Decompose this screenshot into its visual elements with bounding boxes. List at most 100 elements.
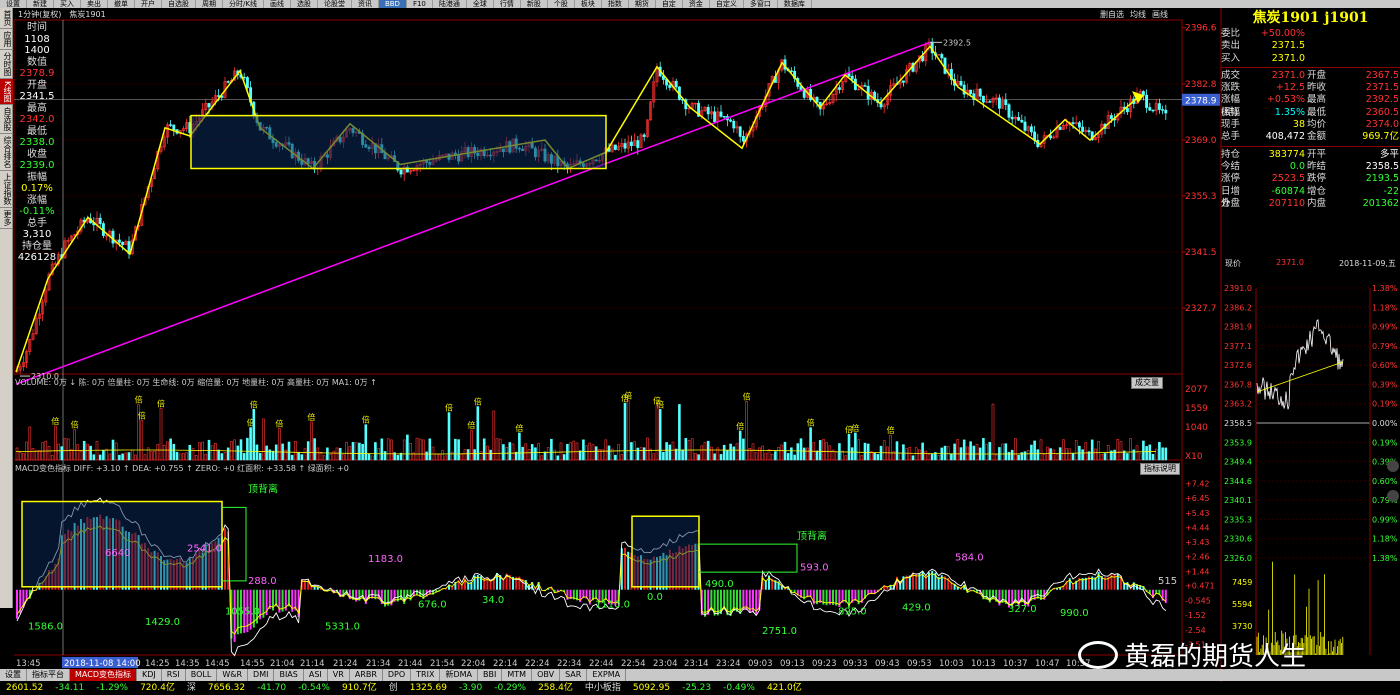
nav-item[interactable]: 首页	[0, 8, 13, 29]
quote-label: 总手	[1221, 131, 1241, 143]
chart-tool[interactable]: 画线	[1152, 9, 1168, 20]
menu-item[interactable]: 卖出	[81, 0, 108, 8]
menu-item[interactable]: 期货	[629, 0, 656, 8]
volume-bar	[425, 451, 428, 461]
volume-bar	[422, 439, 425, 461]
mini-ytick-right: 0.00%	[1372, 419, 1398, 428]
candle-body	[674, 80, 678, 88]
menu-item[interactable]: 自选股	[162, 0, 196, 8]
indicator-tab[interactable]: 新DMA	[440, 669, 479, 681]
menu-item[interactable]: 自定	[656, 0, 683, 8]
indicator-tab[interactable]: 指标平台	[27, 669, 70, 681]
indicator-tab[interactable]: DMI	[248, 669, 275, 681]
indicator-tab[interactable]: KDJ	[137, 669, 162, 681]
indicator-tab[interactable]: DPO	[383, 669, 412, 681]
period-label[interactable]: 1分钟(复权)	[18, 9, 61, 20]
chart-tool[interactable]: 删自选	[1100, 9, 1124, 20]
volume-bar	[143, 454, 147, 461]
volume-marker: 倍	[656, 399, 664, 409]
candle-body	[847, 73, 851, 77]
index-stat: -0.29%	[494, 683, 527, 693]
menu-item[interactable]: 设置	[0, 0, 27, 8]
volume-bar	[850, 447, 854, 461]
menu-item[interactable]: 画线	[264, 0, 291, 8]
volume-bar	[98, 454, 102, 461]
candle-body	[1010, 116, 1014, 120]
quote-value: 207110	[1268, 197, 1305, 209]
indicator-tab[interactable]: W&R	[217, 669, 249, 681]
menu-item[interactable]: 撤单	[108, 0, 135, 8]
menu-item[interactable]: BBD	[378, 0, 407, 8]
menu-item[interactable]: 新股	[521, 0, 548, 8]
menu-item[interactable]: 板块	[575, 0, 602, 8]
menu-item[interactable]: 资讯	[352, 0, 379, 8]
indicator-tab[interactable]: 设置	[0, 669, 27, 681]
indicator-tab[interactable]: OBV	[532, 669, 561, 681]
market-statusbar: 2601.52 -34.11 -1.29% 720.4亿 深 7656.32 -41.70 -…	[0, 682, 1400, 695]
volume-bar	[50, 454, 54, 461]
menu-item[interactable]: 分时/K线	[223, 0, 264, 8]
nav-item[interactable]: 上证指数	[0, 171, 13, 209]
volume-bar	[105, 448, 108, 461]
candle-body	[729, 119, 733, 122]
volume-bar	[578, 450, 582, 461]
nav-item[interactable]: 综合排名	[0, 134, 13, 172]
menu-item[interactable]: 周期	[196, 0, 223, 8]
indicator-tab[interactable]: TRIX	[411, 669, 441, 681]
indicator-tab[interactable]: EXPMA	[587, 669, 627, 681]
menu-item[interactable]: 陆港通	[433, 0, 467, 8]
indicator-tab[interactable]: BBI	[478, 669, 503, 681]
indicator-help-button[interactable]: 指标说明	[1140, 463, 1180, 475]
volume-bar	[914, 447, 918, 461]
menu-item[interactable]: 数据库	[778, 0, 812, 8]
macd-area-label: 429.0	[902, 602, 931, 613]
chart-tool[interactable]: 均线	[1130, 9, 1146, 20]
volume-bar	[159, 408, 163, 461]
xaxis-label: 21:14	[300, 659, 325, 669]
menu-item[interactable]: 自定义	[710, 0, 744, 8]
scroll-down-icon[interactable]	[1387, 490, 1399, 502]
menu-item[interactable]: 指数	[602, 0, 629, 8]
menu-item[interactable]: 开户	[135, 0, 162, 8]
volume-bar	[767, 449, 771, 461]
indicator-tab[interactable]: MACD变色指标	[70, 669, 137, 681]
volume-button[interactable]: 成交量	[1131, 377, 1163, 389]
volume-bar	[732, 446, 736, 461]
indicator-tab[interactable]: MTM	[502, 669, 533, 681]
indicator-tab[interactable]: BOLL	[186, 669, 218, 681]
nav-item[interactable]: 应用	[0, 29, 13, 50]
indicator-tab[interactable]: ARBR	[350, 669, 383, 681]
nav-item[interactable]: K线图	[0, 79, 13, 106]
info-value: 1108	[24, 33, 50, 45]
indicator-tab[interactable]: RSI	[162, 669, 186, 681]
volume-bar	[1113, 449, 1116, 461]
info-label: 收盘	[27, 148, 47, 160]
menu-item[interactable]: F10	[407, 0, 433, 8]
indicator-tab[interactable]: ASI	[304, 669, 328, 681]
candle-body	[1007, 104, 1011, 118]
volume-marker: 倍	[157, 398, 165, 408]
menu-item[interactable]: 选股	[291, 0, 318, 8]
menu-item[interactable]: 论股堂	[318, 0, 352, 8]
menu-item[interactable]: 资金	[683, 0, 710, 8]
indicator-tab[interactable]: VR	[328, 669, 350, 681]
menu-item[interactable]: 行情	[494, 0, 521, 8]
menu-item[interactable]: 新建	[27, 0, 54, 8]
mini-ytick-right: 1.18%	[1372, 535, 1398, 544]
nav-item[interactable]: 自选股	[0, 105, 13, 135]
menu-item[interactable]: 个股	[548, 0, 575, 8]
nav-item[interactable]: 分时图	[0, 50, 13, 79]
indicator-tab[interactable]: BIAS	[274, 669, 304, 681]
candle-body	[121, 241, 125, 245]
quote-label: 今结	[1221, 160, 1241, 172]
xaxis-label: 21:54	[430, 659, 455, 669]
scroll-up-icon[interactable]	[1387, 460, 1399, 472]
volume-marker: 倍	[307, 412, 315, 422]
menu-item[interactable]: 全球	[467, 0, 494, 8]
menu-item[interactable]: 买入	[54, 0, 81, 8]
chart-canvas[interactable]: 2396.6 2382.8 2369.0 2355.3 2341.5 2327.7 2378…	[0, 0, 1400, 695]
menu-item[interactable]: 多窗口	[744, 0, 778, 8]
nav-item[interactable]: 更多	[0, 208, 13, 230]
indicator-tab[interactable]: SAR	[560, 669, 588, 681]
volume-bar	[988, 442, 992, 461]
